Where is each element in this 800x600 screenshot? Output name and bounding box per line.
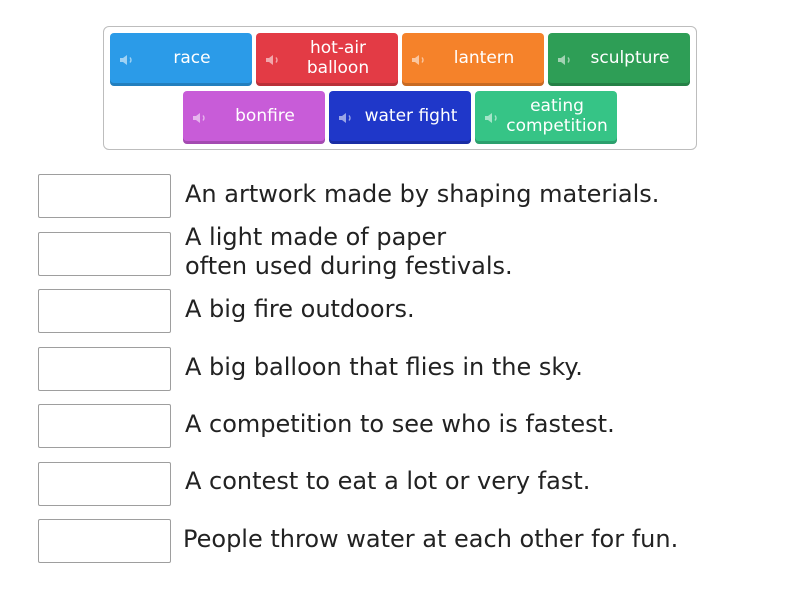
answer-slot[interactable] (38, 404, 171, 448)
tile-label: eating competition (506, 96, 608, 136)
tile-label: hot-air balloon (306, 38, 370, 78)
tile-eating-competition[interactable]: eating competition (475, 91, 617, 144)
definition-text: People throw water at each other for fun… (183, 525, 679, 553)
tile-label: bonfire (235, 106, 295, 126)
definition-text: A contest to eat a lot or very fast. (185, 467, 591, 495)
tile-hot-air-balloon[interactable]: hot-air balloon (256, 33, 398, 86)
tile-label: race (173, 48, 211, 68)
tile-label: water fight (364, 106, 458, 126)
definition-text: A competition to see who is fastest. (185, 410, 615, 438)
answer-slot[interactable] (38, 519, 171, 563)
answer-slot[interactable] (38, 289, 171, 333)
answer-slot[interactable] (38, 347, 171, 391)
definition-text: A big fire outdoors. (185, 295, 415, 323)
answer-slot[interactable] (38, 232, 171, 276)
tile-label: sculpture (590, 48, 670, 68)
answer-slot[interactable] (38, 462, 171, 506)
tile-lantern[interactable]: lantern (402, 33, 544, 86)
tile-sculpture[interactable]: sculpture (548, 33, 690, 86)
tile-race[interactable]: race (110, 33, 252, 86)
definition-text: A light made of paper often used during … (185, 223, 513, 280)
tile-label: lantern (453, 48, 515, 68)
definition-text: A big balloon that flies in the sky. (185, 353, 583, 381)
answer-slot[interactable] (38, 174, 171, 218)
tile-water-fight[interactable]: water fight (329, 91, 471, 144)
word-bank: race hot-air balloon lantern sculpture b… (103, 26, 697, 150)
definition-text: An artwork made by shaping materials. (185, 180, 660, 208)
tile-bonfire[interactable]: bonfire (183, 91, 325, 144)
